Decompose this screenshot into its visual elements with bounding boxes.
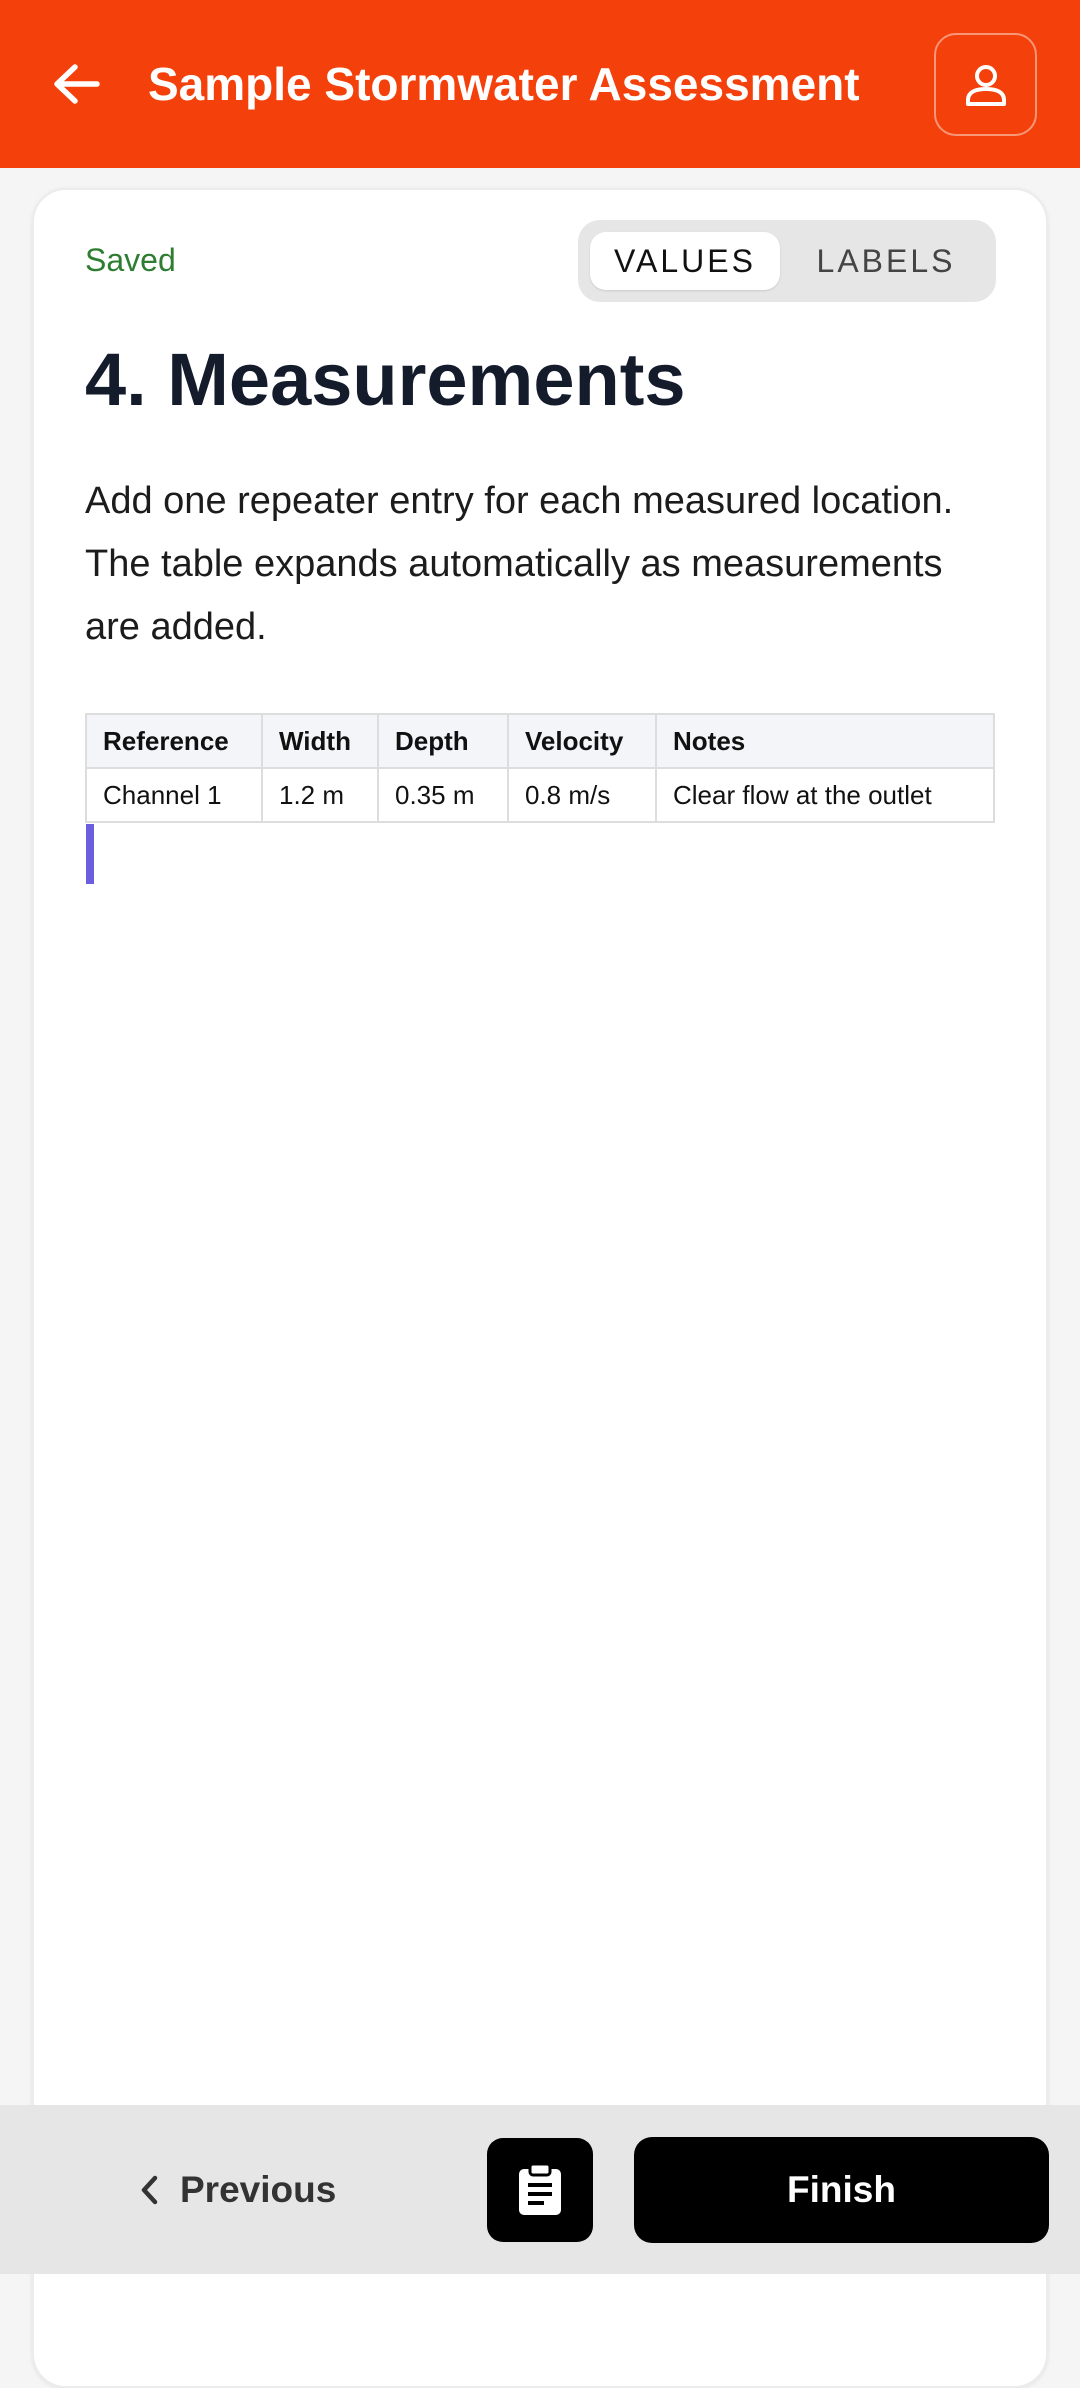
section-description: Add one repeater entry for each measured… [85, 480, 954, 648]
column-header: Notes [655, 713, 995, 769]
table-row[interactable]: Channel 1 1.2 m 0.35 m 0.8 m/s Clear flo… [85, 767, 995, 823]
toggle-values[interactable]: VALUES [590, 232, 780, 290]
column-header: Depth [377, 713, 509, 769]
save-status: Saved [85, 242, 176, 278]
table-cell: Channel 1 [85, 767, 263, 823]
table-cell: Clear flow at the outlet [655, 767, 995, 823]
section-title: 4. Measurements [85, 338, 686, 421]
text-cursor [86, 824, 94, 884]
finish-button[interactable]: Finish [634, 2137, 1049, 2243]
arrow-left-icon [54, 64, 100, 104]
measurements-table: Reference Width Depth Velocity Notes Cha… [85, 713, 995, 823]
chevron-left-icon [141, 2175, 158, 2205]
profile-button[interactable] [934, 33, 1037, 136]
back-button[interactable] [40, 44, 112, 124]
view-toggle: VALUES LABELS [578, 220, 996, 302]
toggle-labels[interactable]: LABELS [788, 232, 984, 290]
column-header: Width [261, 713, 379, 769]
table-cell: 0.35 m [377, 767, 509, 823]
app-header: Sample Stormwater Assessment [0, 0, 1080, 168]
previous-label: Previous [180, 2169, 337, 2210]
page-title: Sample Stormwater Assessment [148, 58, 860, 110]
previous-button[interactable]: Previous [140, 2152, 336, 2228]
table-cell: 1.2 m [261, 767, 379, 823]
user-icon [965, 64, 1006, 106]
notes-button[interactable] [487, 2138, 593, 2242]
column-header: Reference [85, 713, 263, 769]
table-cell: 0.8 m/s [507, 767, 657, 823]
column-header: Velocity [507, 713, 657, 769]
table-header-row: Reference Width Depth Velocity Notes [85, 713, 995, 769]
clipboard-icon [519, 2163, 561, 2215]
